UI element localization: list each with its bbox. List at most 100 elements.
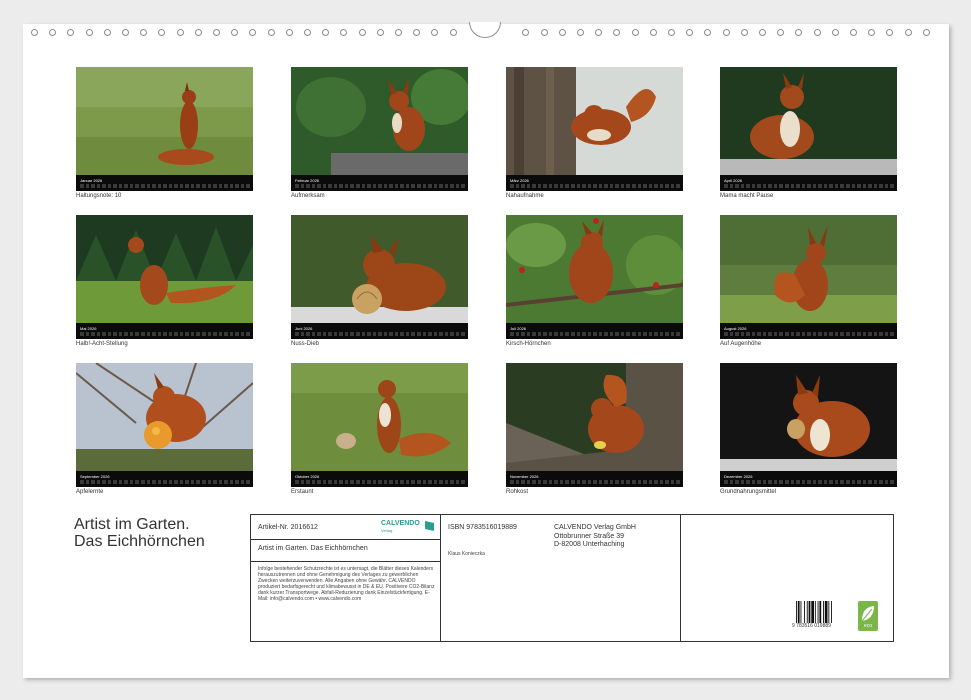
binding-ring <box>631 29 639 36</box>
day-cell <box>224 332 228 336</box>
day-cell <box>207 332 212 336</box>
barcode-bar <box>828 601 830 623</box>
day-cell <box>96 480 101 484</box>
binding-ring <box>577 29 584 36</box>
day-cell <box>85 184 90 188</box>
day-cell <box>179 184 184 188</box>
month-label: November 2026 <box>510 474 539 479</box>
binding-ring <box>140 29 148 36</box>
day-cell <box>587 480 592 484</box>
squirrel-photo <box>291 215 468 323</box>
day-cell <box>113 480 117 484</box>
month-strip: August 2026 <box>720 323 897 339</box>
barcode-bar <box>824 601 828 623</box>
day-cell <box>724 184 728 188</box>
day-cell <box>862 184 867 188</box>
day-cell <box>389 184 393 188</box>
day-cell <box>637 332 642 336</box>
day-cell <box>829 480 833 484</box>
day-cell <box>317 332 321 336</box>
day-cell <box>740 184 745 188</box>
day-cell <box>190 184 195 188</box>
day-cell <box>576 332 581 336</box>
day-cell <box>118 480 123 484</box>
day-cell <box>102 480 106 484</box>
day-cell <box>746 480 750 484</box>
photo-caption: Mama macht Pause <box>720 193 774 199</box>
day-cell <box>785 184 789 188</box>
day-cell <box>823 480 828 484</box>
day-cell <box>521 184 525 188</box>
photo-caption: Nuss-Dieb <box>291 341 320 347</box>
photo-caption: Kirsch-Hörnchen <box>506 341 551 347</box>
day-cell <box>80 184 84 188</box>
day-cell <box>598 480 603 484</box>
day-cell <box>659 184 664 188</box>
squirrel-photo <box>76 215 253 323</box>
month-card-july: Juli 2026 Kirsch-Hörnchen <box>506 215 683 350</box>
day-cell <box>735 480 739 484</box>
day-grid <box>510 332 680 336</box>
squirrel-photo <box>506 67 683 175</box>
day-cell <box>840 332 845 336</box>
day-cell <box>428 480 432 484</box>
day-cell <box>724 480 728 484</box>
day-cell <box>812 332 817 336</box>
day-cell <box>890 332 894 336</box>
imprint-column-2: ISBN 9783516019889 Klaus Konieczka CALVE… <box>441 515 681 641</box>
day-cell <box>559 480 564 484</box>
day-cell <box>779 332 784 336</box>
day-cell <box>515 332 520 336</box>
month-label: August 2026 <box>724 326 747 331</box>
binding-ring <box>322 29 330 36</box>
day-cell <box>751 184 756 188</box>
day-cell <box>344 480 349 484</box>
binding-ring <box>340 29 348 36</box>
day-cell <box>532 480 536 484</box>
day-cell <box>240 480 245 484</box>
month-card-august: August 2026 Auf Augenhöhe <box>720 215 897 350</box>
day-cell <box>113 184 117 188</box>
day-cell <box>246 480 250 484</box>
day-cell <box>196 332 201 336</box>
day-cell <box>643 480 647 484</box>
publisher-name: CALVENDO Verlag GmbH <box>554 524 636 531</box>
day-cell <box>598 184 603 188</box>
day-cell <box>834 332 839 336</box>
day-cell <box>295 332 299 336</box>
day-cell <box>240 332 245 336</box>
day-cell <box>311 480 316 484</box>
day-cell <box>582 184 586 188</box>
day-cell <box>510 480 514 484</box>
binding-ring <box>231 29 239 36</box>
day-cell <box>113 332 117 336</box>
legal-text: Infolge bestehender Schutzrechte ist es … <box>258 566 435 602</box>
day-cell <box>80 332 84 336</box>
day-cell <box>676 184 680 188</box>
day-cell <box>124 480 128 484</box>
day-cell <box>834 480 839 484</box>
day-cell <box>565 184 570 188</box>
binding-ring <box>522 29 530 36</box>
day-cell <box>328 480 332 484</box>
day-cell <box>576 480 581 484</box>
day-cell <box>571 480 575 484</box>
day-cell <box>862 332 867 336</box>
day-cell <box>328 184 332 188</box>
day-cell <box>873 332 878 336</box>
barcode-bar <box>796 601 797 623</box>
day-cell <box>790 184 795 188</box>
month-card-december: Dezember 2026 Grundnahrungsmittel <box>720 363 897 498</box>
day-cell <box>796 480 800 484</box>
binding-ring <box>376 29 384 36</box>
publisher-street: Ottobrunner Straße 39 <box>554 533 625 540</box>
day-cell <box>818 332 822 336</box>
binding-ring <box>777 29 785 36</box>
day-cell <box>890 184 894 188</box>
month-strip: März 2026 <box>506 175 683 191</box>
day-cell <box>582 332 586 336</box>
day-cell <box>174 332 178 336</box>
day-cell <box>311 332 316 336</box>
day-cell <box>751 332 756 336</box>
day-cell <box>306 332 310 336</box>
